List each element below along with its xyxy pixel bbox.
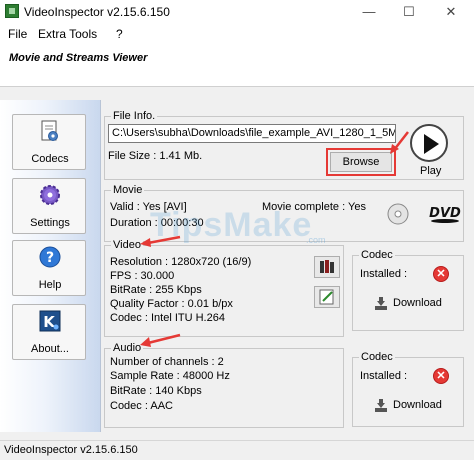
edit-note-icon <box>319 289 334 305</box>
audio-codec-box-title: Codec <box>359 351 395 363</box>
status-text: VideoInspector v2.15.6.150 <box>4 444 138 456</box>
video-fps: FPS : 30.000 <box>110 270 175 282</box>
menu-file[interactable]: File <box>8 27 27 41</box>
minimize-button[interactable]: — <box>354 0 384 24</box>
video-info-button[interactable] <box>314 256 340 278</box>
sidebar-item-help[interactable]: ? Help <box>12 240 86 296</box>
k-logo-icon: K <box>39 310 61 332</box>
file-info-title: File Info. <box>111 110 158 122</box>
download-icon <box>375 297 387 310</box>
document-gear-icon <box>41 120 58 141</box>
disc-icon <box>387 203 409 225</box>
video-resolution: Resolution : 1280x720 (16/9) <box>110 256 252 268</box>
maximize-button[interactable]: ☐ <box>394 0 424 24</box>
sidebar-item-settings[interactable]: Settings <box>12 178 86 234</box>
watermark-sub: .com <box>306 235 326 245</box>
page-title: Movie and Streams Viewer <box>9 52 148 64</box>
error-icon: ✕ <box>433 266 449 282</box>
video-codec: Codec : Intel ITU H.264 <box>110 312 225 324</box>
audio-bitrate: BitRate : 140 Kbps <box>110 385 202 397</box>
sidebar-item-label: Help <box>38 279 62 291</box>
menu-bar: File Extra Tools ? <box>0 24 474 44</box>
play-icon <box>424 134 439 154</box>
menu-help[interactable]: ? <box>116 27 123 41</box>
title-bar: VideoInspector v2.15.6.150 — ☐ ✕ <box>0 0 474 24</box>
video-download-label: Download <box>393 297 442 309</box>
sidebar-item-label: Settings <box>30 217 70 229</box>
file-size-label: File Size : 1.41 Mb. <box>108 150 203 162</box>
video-installed-label: Installed : <box>360 268 408 280</box>
gear-icon <box>40 185 60 205</box>
audio-download-label: Download <box>393 399 442 411</box>
download-icon <box>375 399 387 412</box>
menu-extra-tools[interactable]: Extra Tools <box>38 27 97 41</box>
file-path-input[interactable]: C:\Users\subha\Downloads\file_example_AV… <box>108 124 396 143</box>
dvd-logo-icon: DVD <box>429 206 461 223</box>
browse-button[interactable]: Browse <box>330 152 392 172</box>
sidebar-item-about[interactable]: K About... <box>12 304 86 360</box>
sidebar-item-label: About... <box>31 343 69 355</box>
error-icon: ✕ <box>433 368 449 384</box>
window-title: VideoInspector v2.15.6.150 <box>24 5 170 19</box>
movie-title: Movie <box>111 184 145 196</box>
arrow-annotation-icon <box>390 131 409 154</box>
audio-codec: Codec : AAC <box>110 400 173 412</box>
video-codec-box: Codec <box>352 249 464 331</box>
video-bitrate: BitRate : 255 Kbps <box>110 284 202 296</box>
sidebar-item-label: Codecs <box>31 153 69 165</box>
sidebar-item-codecs[interactable]: Codecs <box>12 114 86 170</box>
books-icon <box>320 260 334 273</box>
close-button[interactable]: ✕ <box>436 0 466 24</box>
app-icon <box>5 4 19 18</box>
video-quality: Quality Factor : 0.01 b/px <box>110 298 233 310</box>
audio-channels: Number of channels : 2 <box>110 356 224 368</box>
svg-text:?: ? <box>46 250 54 266</box>
audio-installed-label: Installed : <box>360 370 408 382</box>
play-label: Play <box>420 165 442 177</box>
audio-download-button[interactable]: Download <box>374 398 454 416</box>
status-bar: VideoInspector v2.15.6.150 <box>0 440 474 460</box>
dvd-logo-text: DVD <box>429 206 461 221</box>
video-edit-button[interactable] <box>314 286 340 308</box>
play-button[interactable] <box>410 124 448 162</box>
sidebar: Codecs Settings ? Help K About... <box>0 100 101 432</box>
header-band: Movie and Streams Viewer <box>0 44 474 87</box>
video-download-button[interactable]: Download <box>374 296 454 314</box>
audio-codec-box: Codec <box>352 351 464 427</box>
video-codec-box-title: Codec <box>359 249 395 261</box>
arrow-annotation-icon <box>140 235 181 247</box>
arrow-annotation-icon <box>140 333 181 347</box>
audio-sample-rate: Sample Rate : 48000 Hz <box>110 370 230 382</box>
help-icon: ? <box>39 246 61 268</box>
